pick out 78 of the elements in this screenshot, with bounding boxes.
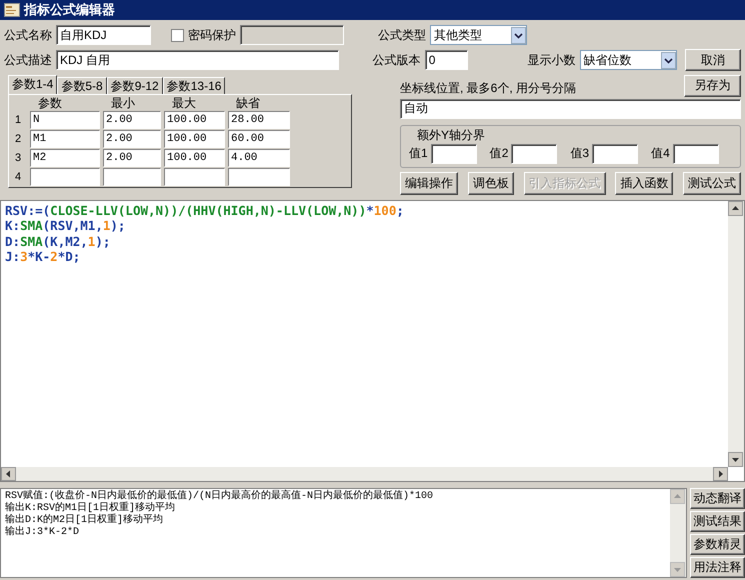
translation-line: 输出K:RSV的M1日[1日权重]移动平均 bbox=[5, 503, 176, 514]
field-label: 值4 bbox=[651, 145, 670, 162]
table-cell-field[interactable] bbox=[228, 168, 290, 186]
table-cell-field[interactable]: 2.00 bbox=[103, 148, 161, 167]
code-line: K:SMA(RSV,M1,1); bbox=[5, 218, 126, 234]
table-cell-field[interactable]: 100.00 bbox=[164, 130, 225, 148]
table-cell-field[interactable]: 100.00 bbox=[164, 148, 225, 167]
input-field[interactable]: KDJ 自用 bbox=[56, 50, 339, 70]
field-label: 公式类型 bbox=[378, 26, 426, 44]
field-label: 值1 bbox=[409, 145, 428, 162]
input-field[interactable] bbox=[430, 144, 477, 164]
table-cell-field[interactable] bbox=[103, 168, 161, 186]
input-field[interactable]: 自用KDJ bbox=[56, 25, 151, 46]
code-line: D:SMA(K,M2,1); bbox=[5, 234, 110, 250]
column-header: 参数 bbox=[37, 96, 63, 110]
decimals-dropdown[interactable]: 缺省位数 bbox=[580, 50, 678, 70]
table-cell-field[interactable]: N bbox=[30, 110, 100, 129]
toolbar-button[interactable]: 插入函数 bbox=[615, 172, 674, 195]
type-dropdown[interactable]: 其他类型 bbox=[430, 25, 527, 46]
field-label: 值3 bbox=[570, 145, 590, 162]
table-cell-field[interactable]: 60.00 bbox=[228, 130, 290, 148]
side-button[interactable]: 参数精灵 bbox=[690, 534, 745, 555]
table-cell-field[interactable]: M1 bbox=[30, 130, 100, 148]
code-line: J:3*K-2*D; bbox=[5, 249, 80, 265]
input-field[interactable]: 0 bbox=[424, 50, 468, 70]
field-label: 公式名称 bbox=[4, 26, 52, 44]
scroll-up-icon[interactable] bbox=[728, 200, 743, 216]
table-cell-field[interactable]: 2.00 bbox=[103, 130, 161, 148]
side-button[interactable]: 测试结果 bbox=[690, 511, 745, 532]
code-editor[interactable]: RSV:=(CLOSE-LLV(LOW,N))/(HHV(HIGH,N)-LLV(LOW,N))*100; K:SMA(RSV,M1,1); D:SMA(K,M2,1); J:3*K-2*D; bbox=[0, 200, 745, 482]
input-field[interactable] bbox=[511, 144, 558, 164]
translation-line: 输出J:3*K-2*D bbox=[5, 527, 80, 539]
table-cell-field[interactable]: 28.00 bbox=[228, 110, 290, 129]
tab[interactable]: 参数1-4 bbox=[8, 74, 58, 94]
translation-line: RSV赋值:(收盘价-N日内最低价的最低值)/(N日内最高价的最高值-N日内最低价的最低值)*100 bbox=[5, 491, 434, 502]
scrollbar[interactable] bbox=[1, 467, 728, 481]
column-header: 缺省 bbox=[235, 96, 261, 110]
scrollbar[interactable] bbox=[728, 200, 744, 467]
code-line: RSV:=(CLOSE-LLV(LOW,N))/(HHV(HIGH,N)-LLV(LOW,N))*100; bbox=[5, 202, 404, 218]
toolbar-button[interactable]: 调色板 bbox=[468, 172, 514, 195]
row-number: 1 bbox=[15, 114, 22, 126]
toolbar-button[interactable]: 测试公式 bbox=[683, 172, 741, 195]
input-field[interactable]: 自动 bbox=[400, 98, 741, 119]
tab[interactable]: 参数5-8 bbox=[57, 76, 107, 94]
table-cell-field[interactable]: 2.00 bbox=[103, 110, 161, 129]
table-cell-field[interactable] bbox=[30, 168, 100, 186]
table-cell-field[interactable]: M2 bbox=[30, 148, 100, 167]
table-cell-field[interactable]: 100.00 bbox=[164, 110, 225, 129]
side-button[interactable]: 动态翻译 bbox=[690, 488, 745, 509]
field-label: 坐标线位置, 最多6个, 用分号分隔 bbox=[400, 80, 576, 97]
tab[interactable]: 参数13-16 bbox=[162, 76, 226, 94]
row-number: 4 bbox=[15, 170, 22, 183]
password-field[interactable] bbox=[240, 25, 344, 46]
cancel-button[interactable]: 取消 bbox=[685, 49, 741, 72]
field-label: 值2 bbox=[490, 145, 508, 162]
window-icon bbox=[4, 2, 20, 17]
checkbox[interactable] bbox=[171, 28, 184, 42]
field-label: 显示小数 bbox=[528, 52, 576, 69]
scroll-left-icon[interactable] bbox=[1, 467, 16, 481]
column-header: 最大 bbox=[171, 96, 197, 110]
checkbox-label: 密码保护 bbox=[188, 26, 236, 44]
row-number: 2 bbox=[15, 132, 22, 145]
side-button[interactable]: 用法注释 bbox=[690, 557, 745, 578]
toolbar-button[interactable]: 编辑操作 bbox=[400, 172, 458, 195]
table-cell-field[interactable] bbox=[164, 168, 225, 186]
field-label: 公式版本 bbox=[372, 52, 421, 69]
table-cell-field[interactable]: 4.00 bbox=[228, 148, 290, 167]
scroll-down-icon[interactable] bbox=[728, 452, 743, 467]
row-number: 3 bbox=[15, 152, 22, 164]
tab[interactable]: 参数9-12 bbox=[106, 76, 163, 94]
scroll-right-icon[interactable] bbox=[713, 467, 728, 481]
translation-line: 输出D:K的M2日[1日权重]移动平均 bbox=[5, 515, 164, 526]
input-field[interactable] bbox=[672, 144, 719, 164]
column-header: 最小 bbox=[110, 96, 136, 110]
save-as-button[interactable]: 另存为 bbox=[684, 74, 741, 97]
field-label: 公式描述 bbox=[4, 52, 52, 69]
input-field[interactable] bbox=[592, 144, 638, 164]
window-title: 指标公式编辑器 bbox=[24, 0, 115, 19]
